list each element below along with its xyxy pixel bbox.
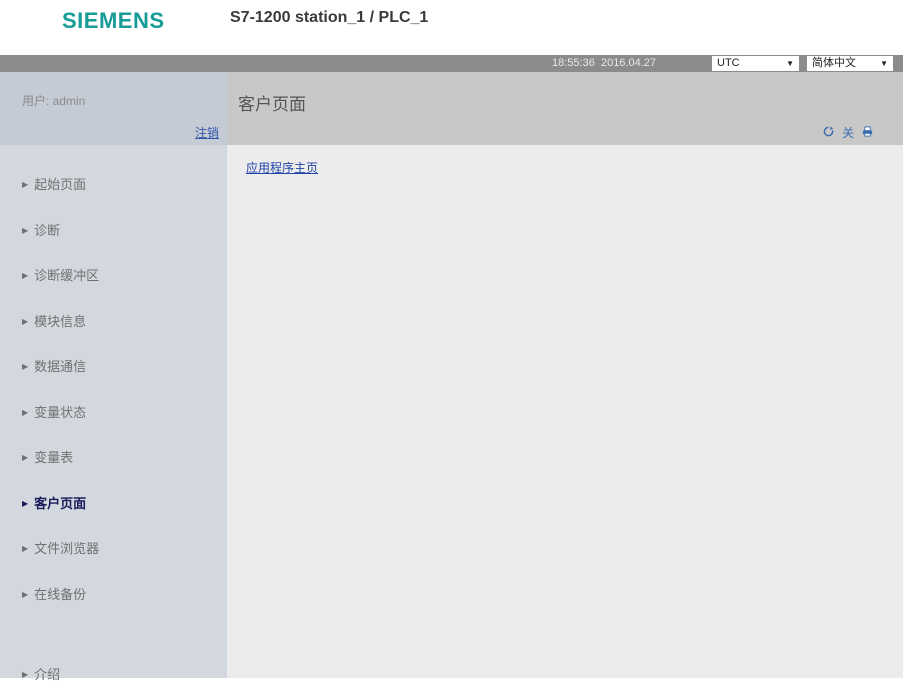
off-toggle-icon[interactable]: 关 xyxy=(842,126,854,140)
sidebar-item-module-info[interactable]: ▶ 模块信息 xyxy=(22,311,86,330)
sidebar-item-label: 文件浏览器 xyxy=(34,542,100,557)
header: SIEMENS S7-1200 station_1 / PLC_1 xyxy=(0,0,903,55)
content-header: 客户页面 关 xyxy=(227,72,903,145)
sidebar-item-label: 介绍 xyxy=(34,668,61,683)
triangle-right-icon: ▶ xyxy=(22,544,29,553)
sidebar-item-label: 变量表 xyxy=(34,451,74,466)
sidebar-item-start-page[interactable]: ▶ 起始页面 xyxy=(22,174,86,193)
sidebar-item-diagnostics[interactable]: ▶ 诊断 xyxy=(22,220,60,239)
sidebar-item-label: 变量状态 xyxy=(34,406,87,421)
sidebar-item-label: 在线备份 xyxy=(34,588,87,603)
sidebar-item-label: 起始页面 xyxy=(34,178,87,193)
triangle-right-icon: ▶ xyxy=(22,408,29,417)
toolbar: 关 xyxy=(819,124,873,141)
main-content: 应用程序主页 xyxy=(227,145,903,678)
triangle-right-icon: ▶ xyxy=(22,499,29,508)
datetime: 18:55:36 2016.04.27 xyxy=(552,57,656,69)
sidebar-item-label: 诊断缓冲区 xyxy=(34,269,100,284)
sidebar-item-label: 模块信息 xyxy=(34,315,87,330)
page-title: 客户页面 xyxy=(238,95,306,115)
triangle-right-icon: ▶ xyxy=(22,226,29,235)
application-home-link[interactable]: 应用程序主页 xyxy=(246,159,318,176)
timezone-select[interactable]: UTC ▼ xyxy=(712,56,799,71)
sidebar-item-diagnostic-buffer[interactable]: ▶ 诊断缓冲区 xyxy=(22,265,99,284)
timezone-value: UTC xyxy=(717,57,740,69)
siemens-logo: SIEMENS xyxy=(62,8,165,33)
chevron-down-icon: ▼ xyxy=(786,59,794,68)
sidebar-item-label: 数据通信 xyxy=(34,360,87,375)
user-panel: 用户: admin 注销 xyxy=(0,72,227,145)
triangle-right-icon: ▶ xyxy=(22,590,29,599)
user-label: 用户: admin xyxy=(22,94,86,108)
sidebar: 用户: admin 注销 ▶ 起始页面 ▶ 诊断 ▶ 诊断缓冲区 ▶ 模块信息 ▶ 数据通… xyxy=(0,72,227,683)
sidebar-item-online-backup[interactable]: ▶ 在线备份 xyxy=(22,584,86,603)
sidebar-item-variable-table[interactable]: ▶ 变量表 xyxy=(22,447,73,466)
sidebar-item-variable-status[interactable]: ▶ 变量状态 xyxy=(22,402,86,421)
top-status-bar: 18:55:36 2016.04.27 UTC ▼ 简体中文 ▼ xyxy=(0,55,903,72)
sidebar-item-label: 客户页面 xyxy=(34,497,87,512)
sidebar-item-introduction[interactable]: ▶ 介绍 xyxy=(22,664,60,683)
time-text: 18:55:36 xyxy=(552,57,595,69)
triangle-right-icon: ▶ xyxy=(22,317,29,326)
language-select[interactable]: 简体中文 ▼ xyxy=(807,56,893,71)
date-text: 2016.04.27 xyxy=(600,57,657,69)
language-value: 简体中文 xyxy=(812,57,856,69)
sidebar-item-label: 诊断 xyxy=(34,224,61,239)
sidebar-item-communication[interactable]: ▶ 数据通信 xyxy=(22,356,86,375)
triangle-right-icon: ▶ xyxy=(22,180,29,189)
print-icon[interactable] xyxy=(862,126,873,140)
logout-link[interactable]: 注销 xyxy=(195,124,219,141)
triangle-right-icon: ▶ xyxy=(22,362,29,371)
sidebar-item-user-pages[interactable]: ▶ 客户页面 xyxy=(22,493,86,512)
chevron-down-icon: ▼ xyxy=(880,59,888,68)
refresh-icon[interactable] xyxy=(823,126,838,140)
sidebar-item-file-browser[interactable]: ▶ 文件浏览器 xyxy=(22,538,99,557)
station-title: S7-1200 station_1 / PLC_1 xyxy=(230,9,429,26)
triangle-right-icon: ▶ xyxy=(22,453,29,462)
triangle-right-icon: ▶ xyxy=(22,271,29,280)
